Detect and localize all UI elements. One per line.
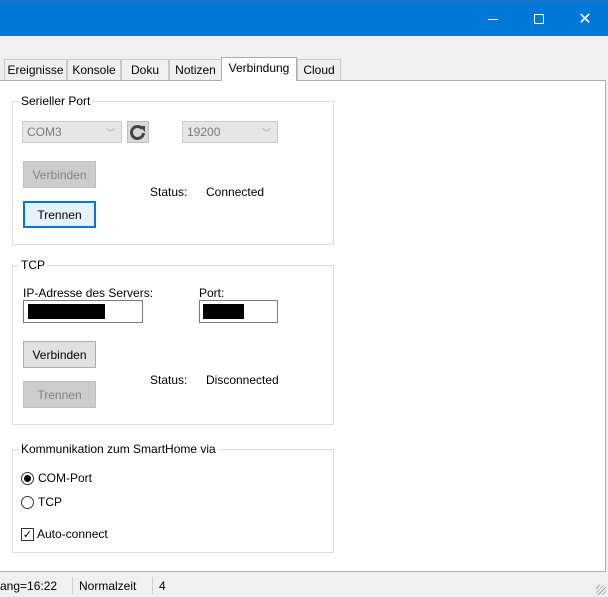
status-item-time: ang=16:22 bbox=[0, 579, 58, 593]
tab-notizen[interactable]: Notizen bbox=[169, 59, 222, 80]
tcp-group: TCP IP-Adresse des Servers: Port: Verbin… bbox=[12, 258, 334, 425]
refresh-icon bbox=[130, 125, 145, 140]
status-separator bbox=[72, 577, 73, 594]
radio-tcp[interactable] bbox=[21, 496, 34, 509]
tab-konsole[interactable]: Konsole bbox=[67, 59, 121, 80]
serial-connect-button[interactable]: Verbinden bbox=[23, 161, 96, 188]
tcp-status-label: Status: bbox=[150, 373, 188, 387]
tab-panel-verbindung: Serieller Port COM3 ﹀ 19200 ﹀ Verbinden … bbox=[0, 80, 606, 572]
radio-com-port-label[interactable]: COM-Port bbox=[38, 471, 92, 485]
status-bar: ang=16:22 Normalzeit 4 bbox=[0, 574, 608, 597]
status-item-count: 4 bbox=[159, 579, 166, 593]
close-button[interactable]: ✕ bbox=[562, 2, 608, 36]
com-port-value: COM3 bbox=[27, 125, 62, 139]
com-port-select[interactable]: COM3 ﹀ bbox=[22, 121, 122, 143]
close-icon: ✕ bbox=[578, 9, 592, 28]
ip-address-input[interactable] bbox=[23, 300, 143, 323]
resize-grip-icon[interactable] bbox=[596, 585, 606, 595]
tab-doku[interactable]: Doku bbox=[121, 59, 169, 80]
status-separator bbox=[152, 577, 153, 594]
minimize-icon bbox=[488, 18, 498, 20]
radio-selected-dot bbox=[24, 475, 31, 482]
tab-cloud[interactable]: Cloud bbox=[297, 59, 341, 80]
serial-status-value: Connected bbox=[206, 185, 265, 199]
port-label: Port: bbox=[199, 286, 225, 300]
checkmark-icon: ✓ bbox=[22, 528, 33, 541]
communication-group: Kommunikation zum SmartHome via COM-Port… bbox=[12, 442, 334, 553]
status-item-timezone: Normalzeit bbox=[79, 579, 137, 593]
serial-port-group-title: Serieller Port bbox=[19, 94, 93, 108]
baud-rate-select[interactable]: 19200 ﹀ bbox=[182, 121, 278, 143]
serial-status-label: Status: bbox=[150, 185, 188, 199]
redacted-ip bbox=[28, 304, 105, 319]
chevron-down-icon: ﹀ bbox=[105, 129, 115, 139]
serial-disconnect-button[interactable]: Trennen bbox=[23, 201, 96, 228]
communication-group-title: Kommunikation zum SmartHome via bbox=[19, 442, 218, 456]
title-bar: ✕ bbox=[0, 0, 608, 36]
maximize-button[interactable] bbox=[516, 2, 562, 36]
tcp-status-value: Disconnected bbox=[206, 373, 279, 387]
ip-address-label: IP-Adresse des Servers: bbox=[23, 286, 154, 300]
tab-verbindung[interactable]: Verbindung bbox=[221, 57, 297, 81]
serial-port-group: Serieller Port COM3 ﹀ 19200 ﹀ Verbinden … bbox=[12, 94, 334, 245]
redacted-port bbox=[203, 304, 244, 319]
maximize-icon bbox=[534, 14, 544, 24]
tab-strip: Ereignisse Konsole Doku Notizen Verbindu… bbox=[0, 57, 608, 81]
refresh-ports-button[interactable] bbox=[127, 121, 149, 143]
tcp-connect-button[interactable]: Verbinden bbox=[23, 341, 96, 368]
tcp-disconnect-button[interactable]: Trennen bbox=[23, 381, 96, 408]
minimize-button[interactable] bbox=[470, 2, 516, 36]
auto-connect-checkbox[interactable]: ✓ bbox=[21, 528, 34, 541]
baud-rate-value: 19200 bbox=[187, 125, 221, 139]
chevron-down-icon: ﹀ bbox=[261, 129, 271, 139]
radio-com-port[interactable] bbox=[21, 472, 34, 485]
tcp-group-title: TCP bbox=[19, 258, 47, 272]
radio-tcp-label[interactable]: TCP bbox=[38, 495, 62, 509]
port-input[interactable] bbox=[199, 300, 278, 323]
tab-ereignisse[interactable]: Ereignisse bbox=[4, 59, 67, 80]
auto-connect-label[interactable]: Auto-connect bbox=[37, 527, 108, 541]
